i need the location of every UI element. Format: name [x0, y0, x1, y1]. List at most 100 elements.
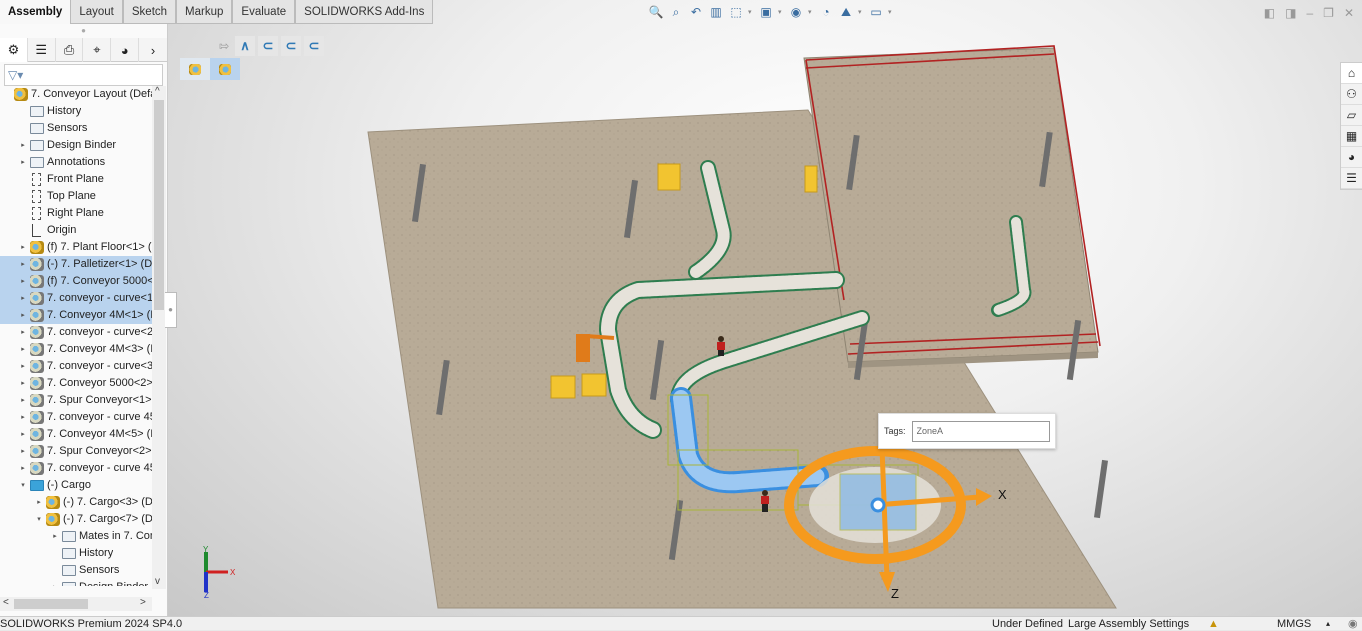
- expand-toggle-icon[interactable]: ▸: [18, 324, 28, 341]
- magnet-mate-3-icon[interactable]: ⊂: [304, 36, 324, 56]
- tab-sketch[interactable]: Sketch: [122, 0, 177, 24]
- expand-toggle-icon[interactable]: ▸: [18, 443, 28, 460]
- panel-grip[interactable]: ●: [0, 24, 167, 38]
- units-selector[interactable]: MMGS: [1277, 617, 1311, 631]
- tree-node[interactable]: History: [0, 103, 152, 120]
- zoom-to-fit-icon[interactable]: 🔍: [648, 4, 664, 20]
- featuremanager-tab-icon[interactable]: ⚙: [0, 38, 28, 62]
- tree-node[interactable]: ▾ (-) 7. Cargo<7> (Defa: [0, 511, 152, 528]
- tree-node[interactable]: ▸ 7. conveyor - curve<2> (D: [0, 324, 152, 341]
- tab-solidworks-add-ins[interactable]: SOLIDWORKS Add-Ins: [295, 0, 434, 24]
- tree-node[interactable]: ▸ (f) 7. Plant Floor<1> (Def: [0, 239, 152, 256]
- apply-scene-icon[interactable]: ⛰: [838, 4, 854, 20]
- tree-node[interactable]: ▸ 7. conveyor - curve<3> (D: [0, 358, 152, 375]
- expand-toggle-icon[interactable]: ▸: [18, 341, 28, 358]
- tree-node[interactable]: 7. Conveyor Layout (Default): [0, 86, 152, 103]
- scroll-up-arrow[interactable]: ^: [155, 86, 160, 97]
- expand-toggle-icon[interactable]: ▸: [34, 494, 44, 511]
- tree-node[interactable]: Sensors: [0, 120, 152, 137]
- tree-node[interactable]: ▸ 7. Spur Conveyor<1> (De: [0, 392, 152, 409]
- tree-node[interactable]: ▸ 7. Conveyor 4M<3> (Defa: [0, 341, 152, 358]
- breadcrumb-item-assembly[interactable]: [180, 58, 210, 80]
- expand-toggle-icon[interactable]: ▸: [18, 392, 28, 409]
- tree-node[interactable]: ▸ 7. conveyor - curve 45<1:: [0, 409, 152, 426]
- previous-view-icon[interactable]: ↶: [688, 4, 704, 20]
- manipulator-center[interactable]: [870, 497, 886, 513]
- appearances-scenes-icon[interactable]: ◕: [1341, 147, 1362, 168]
- help-icon[interactable]: ◉: [1348, 617, 1358, 631]
- dropdown-arrow-icon[interactable]: ▾: [888, 8, 894, 16]
- tree-node[interactable]: ▸ Design Binder: [0, 579, 152, 586]
- smart-mate-icon[interactable]: ∧: [235, 36, 255, 56]
- display-style-icon[interactable]: ▣: [758, 4, 774, 20]
- assembly-scene[interactable]: X Z: [168, 0, 1362, 616]
- scroll-down-arrow[interactable]: v: [155, 576, 160, 587]
- scroll-right-arrow[interactable]: >: [140, 597, 146, 608]
- tree-node[interactable]: ▸ (-) 7. Palletizer<1> (Defa: [0, 256, 152, 273]
- dropdown-arrow-icon[interactable]: ▾: [858, 8, 864, 16]
- dropdown-arrow-icon[interactable]: ▾: [778, 8, 784, 16]
- horizontal-scroll-thumb[interactable]: [14, 599, 88, 609]
- expand-toggle-icon[interactable]: ▸: [18, 460, 28, 477]
- view-settings-icon[interactable]: ▭: [868, 4, 884, 20]
- close-icon[interactable]: ✕: [1344, 6, 1354, 20]
- expand-toggle-icon[interactable]: ▸: [50, 528, 60, 545]
- dimxpert-tab-icon[interactable]: ⌖: [83, 38, 112, 62]
- expand-toggle-icon[interactable]: ▸: [18, 307, 28, 324]
- tree-node[interactable]: ▸ 7. Spur Conveyor<2> (De: [0, 443, 152, 460]
- tree-node[interactable]: ▸ 7. conveyor - curve<1> (D: [0, 290, 152, 307]
- rebuild-icon[interactable]: ▲: [1208, 617, 1219, 631]
- tree-filter[interactable]: ▽▾: [4, 64, 163, 86]
- tree-node[interactable]: ▸ 7. conveyor - curve 45<2:: [0, 460, 152, 477]
- tab-markup[interactable]: Markup: [176, 0, 233, 24]
- tree-node[interactable]: Front Plane: [0, 171, 152, 188]
- displaymanager-tab-icon[interactable]: ◕: [111, 38, 140, 62]
- dropdown-arrow-icon[interactable]: ▾: [808, 8, 814, 16]
- zoom-to-area-icon[interactable]: ⌕: [668, 4, 684, 20]
- breadcrumb-item-component[interactable]: [210, 58, 240, 80]
- view-orientation-icon[interactable]: ⬚: [728, 4, 744, 20]
- expand-toggle-icon[interactable]: ▸: [18, 290, 28, 307]
- tree-horizontal-scrollbar[interactable]: < >: [0, 597, 152, 611]
- tree-node[interactable]: Origin: [0, 222, 152, 239]
- tree-node[interactable]: ▸ 7. Conveyor 4M<1> (Rail: [0, 307, 152, 324]
- configurationmanager-tab-icon[interactable]: ⎙: [56, 38, 84, 62]
- tile-right-icon[interactable]: ◨: [1285, 6, 1296, 20]
- custom-properties-icon[interactable]: ☰: [1341, 168, 1362, 189]
- tree-node[interactable]: Right Plane: [0, 205, 152, 222]
- tab-layout[interactable]: Layout: [70, 0, 123, 24]
- expand-toggle-icon[interactable]: ▸: [50, 579, 60, 586]
- tree-node[interactable]: ▸ Mates in 7. Convey: [0, 528, 152, 545]
- panel-more-icon[interactable]: ›: [139, 38, 167, 62]
- expand-toggle-icon[interactable]: ▾: [34, 511, 44, 528]
- scroll-left-arrow[interactable]: <: [3, 597, 9, 608]
- tree-node[interactable]: ▸ 7. Conveyor 5000<2> (De: [0, 375, 152, 392]
- units-dropdown-icon[interactable]: ▴: [1326, 617, 1330, 631]
- expand-toggle-icon[interactable]: ▸: [18, 375, 28, 392]
- tab-assembly[interactable]: Assembly: [0, 0, 71, 24]
- propertymanager-tab-icon[interactable]: ☰: [28, 38, 56, 62]
- expand-toggle-icon[interactable]: ▸: [18, 409, 28, 426]
- tree-node[interactable]: History: [0, 545, 152, 562]
- restore-icon[interactable]: ❐: [1323, 6, 1334, 20]
- tree-node[interactable]: ▾ (-) Cargo: [0, 477, 152, 494]
- expand-toggle-icon[interactable]: ▸: [18, 256, 28, 273]
- tab-evaluate[interactable]: Evaluate: [232, 0, 296, 24]
- expand-toggle-icon[interactable]: ▸: [18, 137, 28, 154]
- large-assembly-settings[interactable]: Large Assembly Settings: [1068, 617, 1189, 631]
- section-view-icon[interactable]: ▥: [708, 4, 724, 20]
- design-library-icon[interactable]: ⚇: [1341, 84, 1362, 105]
- expand-toggle-icon[interactable]: ▸: [18, 239, 28, 256]
- tree-vertical-scrollbar[interactable]: ^ v: [152, 86, 166, 589]
- dropdown-arrow-icon[interactable]: ▾: [748, 8, 754, 16]
- tags-input[interactable]: [911, 420, 1050, 442]
- mate-reference-icon[interactable]: ⇰: [216, 38, 232, 54]
- magnet-mate-1-icon[interactable]: ⊂: [258, 36, 278, 56]
- expand-toggle-icon[interactable]: ▾: [18, 477, 28, 494]
- panel-collapse-handle[interactable]: ●: [165, 292, 177, 328]
- solidworks-resources-icon[interactable]: ⌂: [1341, 63, 1362, 84]
- expand-toggle-icon[interactable]: ▸: [18, 273, 28, 290]
- tree-node[interactable]: Top Plane: [0, 188, 152, 205]
- tree-node[interactable]: ▸ Design Binder: [0, 137, 152, 154]
- graphics-area[interactable]: X Z 🔍 ⌕ ↶ ▥ ⬚ ▾ ▣ ▾ ◉ ▾ ◔ ⛰ ▾ ▭ ▾ ◧ ◨ – ❐ ✕ ⌂ ⚇ ▱ ▦ ◕ ☰ ⇰ ∧ ⊂ ⊂ ⊂ T…: [168, 0, 1362, 616]
